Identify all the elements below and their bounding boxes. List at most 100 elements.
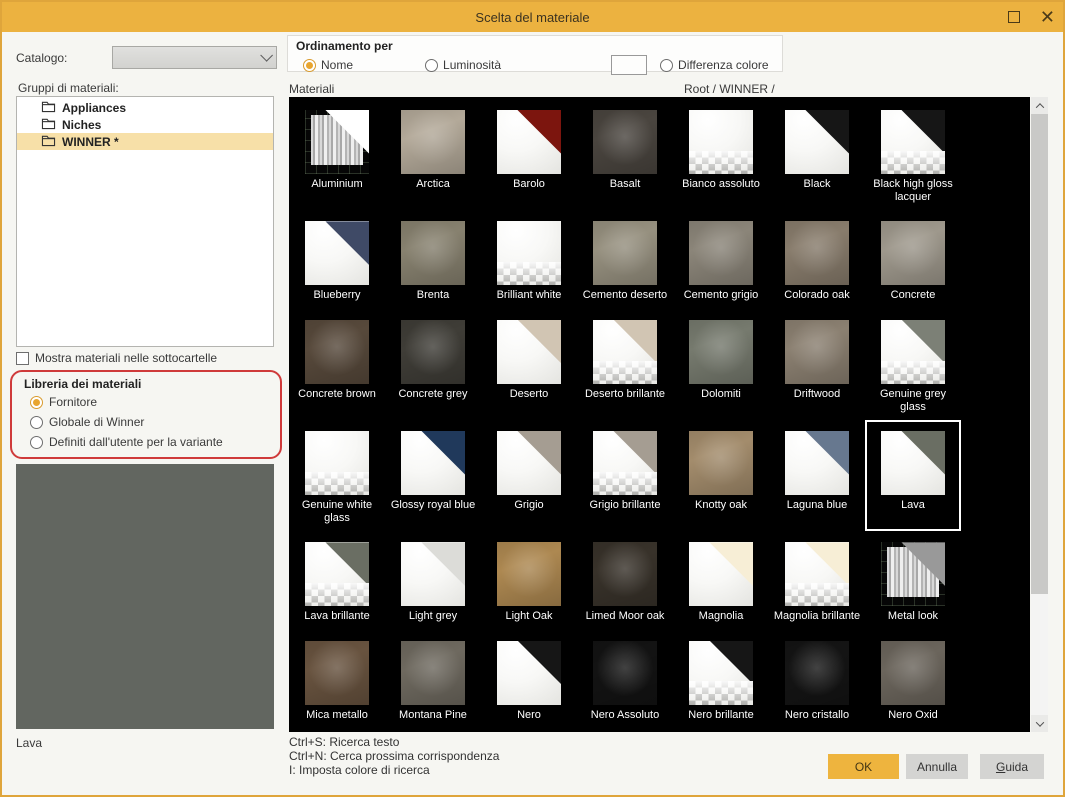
radio-icon[interactable] bbox=[425, 59, 438, 72]
material-colorado-oak[interactable]: Colorado oak bbox=[769, 210, 865, 308]
checkered-floor bbox=[689, 151, 753, 174]
sort-options: Nome Luminosità Differenza colore bbox=[303, 55, 769, 75]
material-brenta[interactable]: Brenta bbox=[385, 210, 481, 308]
material-name: Nero cristallo bbox=[785, 709, 849, 722]
material-concrete-brown[interactable]: Concrete brown bbox=[289, 309, 385, 420]
material-name: Barolo bbox=[513, 178, 545, 191]
material-lava[interactable]: Lava bbox=[865, 420, 961, 531]
material-barolo[interactable]: Barolo bbox=[481, 99, 577, 210]
material-cemento-deserto[interactable]: Cemento deserto bbox=[577, 210, 673, 308]
material-thumbnail bbox=[689, 542, 753, 606]
sort-option-nome[interactable]: Nome bbox=[303, 58, 353, 72]
show-subfolders-checkbox[interactable]: Mostra materiali nelle sottocartelle bbox=[16, 351, 217, 365]
material-cemento-grigio[interactable]: Cemento grigio bbox=[673, 210, 769, 308]
material-thumbnail bbox=[305, 431, 369, 495]
library-option-label: Globale di Winner bbox=[49, 415, 144, 429]
material-nero-cristallo[interactable]: Nero cristallo bbox=[769, 630, 865, 728]
library-option-label: Definiti dall'utente per la variante bbox=[49, 435, 223, 449]
search-color-swatch[interactable] bbox=[611, 55, 647, 75]
radio-icon[interactable] bbox=[303, 59, 316, 72]
material-limed-moor-oak[interactable]: Limed Moor oak bbox=[577, 531, 673, 629]
material-concrete-grey[interactable]: Concrete grey bbox=[385, 309, 481, 420]
material-thumbnail bbox=[881, 431, 945, 495]
material-brilliant-white[interactable]: Brilliant white bbox=[481, 210, 577, 308]
material-name: Grigio bbox=[514, 499, 543, 512]
radio-icon[interactable] bbox=[30, 396, 43, 409]
radio-icon[interactable] bbox=[30, 436, 43, 449]
material-nero-assoluto[interactable]: Nero Assoluto bbox=[577, 630, 673, 728]
scroll-up-button[interactable] bbox=[1031, 97, 1048, 114]
material-nero-oxid[interactable]: Nero Oxid bbox=[865, 630, 961, 728]
material-knotty-oak[interactable]: Knotty oak bbox=[673, 420, 769, 531]
material-thumbnail bbox=[785, 641, 849, 705]
catalog-dropdown[interactable] bbox=[112, 46, 277, 69]
library-option-fornitore[interactable]: Fornitore bbox=[30, 395, 223, 409]
material-metal-look[interactable]: Metal look bbox=[865, 531, 961, 629]
corner-triangle bbox=[689, 542, 753, 606]
material-deserto-brillante[interactable]: Deserto brillante bbox=[577, 309, 673, 420]
material-nero-brillante[interactable]: Nero brillante bbox=[673, 630, 769, 728]
material-aluminium[interactable]: Aluminium bbox=[289, 99, 385, 210]
tree-item-niches[interactable]: Niches bbox=[17, 116, 273, 133]
material-light-oak[interactable]: Light Oak bbox=[481, 531, 577, 629]
library-option-label: Fornitore bbox=[49, 395, 97, 409]
material-thumbnail bbox=[881, 110, 945, 174]
material-dolomiti[interactable]: Dolomiti bbox=[673, 309, 769, 420]
sort-option-luminosità[interactable]: Luminosità bbox=[425, 58, 501, 72]
title-bar[interactable]: Scelta del materiale ✕ bbox=[2, 2, 1063, 32]
tree-item-label: Appliances bbox=[62, 101, 126, 115]
material-grigio-brillante[interactable]: Grigio brillante bbox=[577, 420, 673, 531]
material-name: Black bbox=[804, 178, 831, 191]
material-thumbnail bbox=[401, 221, 465, 285]
material-name: Deserto bbox=[510, 388, 549, 401]
cancel-button[interactable]: Annulla bbox=[906, 754, 968, 779]
material-nero[interactable]: Nero bbox=[481, 630, 577, 728]
library-option-globale-di-winner[interactable]: Globale di Winner bbox=[30, 415, 223, 429]
material-name: Deserto brillante bbox=[585, 388, 665, 401]
radio-icon[interactable] bbox=[30, 416, 43, 429]
library-option-definiti-dall-utente-per-la-variante[interactable]: Definiti dall'utente per la variante bbox=[30, 435, 223, 449]
sort-option-label: Nome bbox=[321, 58, 353, 72]
material-thumbnail bbox=[881, 542, 945, 606]
material-black-high-gloss-lacquer[interactable]: Black high gloss lacquer bbox=[865, 99, 961, 210]
maximize-icon[interactable] bbox=[1008, 11, 1020, 23]
checkbox-icon[interactable] bbox=[16, 352, 29, 365]
materials-scrollbar[interactable] bbox=[1031, 97, 1048, 732]
material-light-grey[interactable]: Light grey bbox=[385, 531, 481, 629]
close-icon[interactable]: ✕ bbox=[1040, 11, 1055, 23]
sort-option-differenza-colore[interactable]: Differenza colore bbox=[611, 55, 769, 75]
radio-icon[interactable] bbox=[660, 59, 673, 72]
material-montana-pine[interactable]: Montana Pine bbox=[385, 630, 481, 728]
corner-triangle bbox=[497, 110, 561, 174]
tree-item-winner-[interactable]: WINNER * bbox=[17, 133, 273, 150]
material-black[interactable]: Black bbox=[769, 99, 865, 210]
tree-item-appliances[interactable]: Appliances bbox=[17, 99, 273, 116]
shortcut-line: Ctrl+S: Ricerca testo bbox=[289, 735, 499, 749]
material-mica-metallo[interactable]: Mica metallo bbox=[289, 630, 385, 728]
material-driftwood[interactable]: Driftwood bbox=[769, 309, 865, 420]
material-basalt[interactable]: Basalt bbox=[577, 99, 673, 210]
material-blueberry[interactable]: Blueberry bbox=[289, 210, 385, 308]
ok-button[interactable]: OK bbox=[828, 754, 899, 779]
material-deserto[interactable]: Deserto bbox=[481, 309, 577, 420]
material-grigio[interactable]: Grigio bbox=[481, 420, 577, 531]
material-bianco-assoluto[interactable]: Bianco assoluto bbox=[673, 99, 769, 210]
scroll-down-button[interactable] bbox=[1031, 715, 1048, 732]
scrollbar-thumb[interactable] bbox=[1031, 114, 1048, 594]
material-genuine-white-glass[interactable]: Genuine white glass bbox=[289, 420, 385, 531]
material-genuine-grey-glass[interactable]: Genuine grey glass bbox=[865, 309, 961, 420]
material-arctica[interactable]: Arctica bbox=[385, 99, 481, 210]
material-magnolia-brillante[interactable]: Magnolia brillante bbox=[769, 531, 865, 629]
help-button[interactable]: Guida bbox=[980, 754, 1044, 779]
material-name: Lava bbox=[901, 499, 925, 512]
material-thumbnail bbox=[689, 110, 753, 174]
preview-caption: Lava bbox=[16, 736, 42, 750]
material-groups-tree[interactable]: AppliancesNichesWINNER * bbox=[16, 96, 274, 347]
material-name: Nero Assoluto bbox=[591, 709, 659, 722]
material-glossy-royal-blue[interactable]: Glossy royal blue bbox=[385, 420, 481, 531]
material-concrete[interactable]: Concrete bbox=[865, 210, 961, 308]
material-lava-brillante[interactable]: Lava brillante bbox=[289, 531, 385, 629]
sort-option-label: Differenza colore bbox=[678, 58, 769, 72]
material-laguna-blue[interactable]: Laguna blue bbox=[769, 420, 865, 531]
material-magnolia[interactable]: Magnolia bbox=[673, 531, 769, 629]
